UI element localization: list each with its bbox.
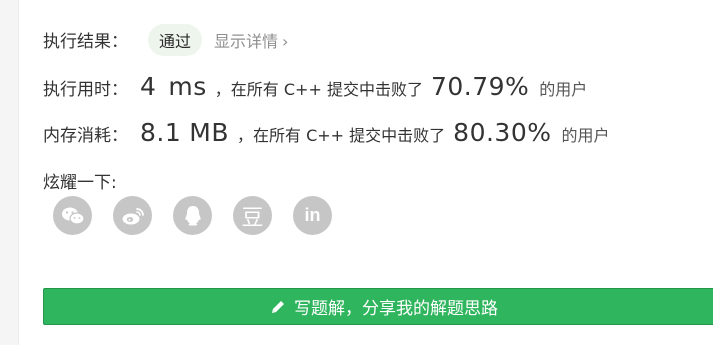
result-label: 执行结果： [43,32,128,52]
show-details-link[interactable]: 显示详情 [214,28,278,52]
status-badge: 通过 [148,24,203,56]
douban-icon[interactable]: 豆 [233,196,272,235]
memory-value: 8.1 [140,118,182,147]
submission-result-card: 执行结果： 通过 显示详情 › 执行用时： 4 ms ，在所有 C++ 提交中击… [18,0,713,345]
share-row: 炫耀一下: [43,168,117,193]
memory-row: 内存消耗： 8.1 MB ，在所有 C++ 提交中击败了 80.30% 的用户 [43,118,610,147]
linkedin-glyph: in [304,205,321,225]
runtime-beat-text: ，在所有 C++ 提交中击败了 [214,80,423,99]
runtime-users-text: 的用户 [539,80,588,99]
write-solution-button[interactable]: 写题解，分享我的解题思路 [43,288,713,325]
memory-users-text: 的用户 [561,126,610,145]
douban-glyph: 豆 [241,205,264,231]
memory-unit: MB [189,118,229,147]
wechat-icon[interactable] [53,196,92,235]
weibo-icon[interactable] [113,196,152,235]
memory-percent: 80.30% [453,118,552,147]
share-label: 炫耀一下: [43,173,117,193]
runtime-row: 执行用时： 4 ms ，在所有 C++ 提交中击败了 70.79% 的用户 [43,72,587,101]
runtime-percent: 70.79% [430,72,530,101]
linkedin-icon[interactable]: in [293,196,332,235]
memory-label: 内存消耗： [43,126,128,146]
runtime-label: 执行用时： [43,80,128,100]
qq-icon[interactable] [173,196,212,235]
write-solution-label: 写题解，分享我的解题思路 [294,299,498,319]
chevron-right-icon[interactable]: › [282,32,288,51]
runtime-unit: ms [168,72,207,101]
pencil-icon [270,299,286,315]
share-icons: 豆 in [53,196,332,235]
runtime-value: 4 [140,72,157,101]
result-row: 执行结果： 通过 显示详情 › [43,24,288,56]
memory-beat-text: ，在所有 C++ 提交中击败了 [237,126,446,145]
